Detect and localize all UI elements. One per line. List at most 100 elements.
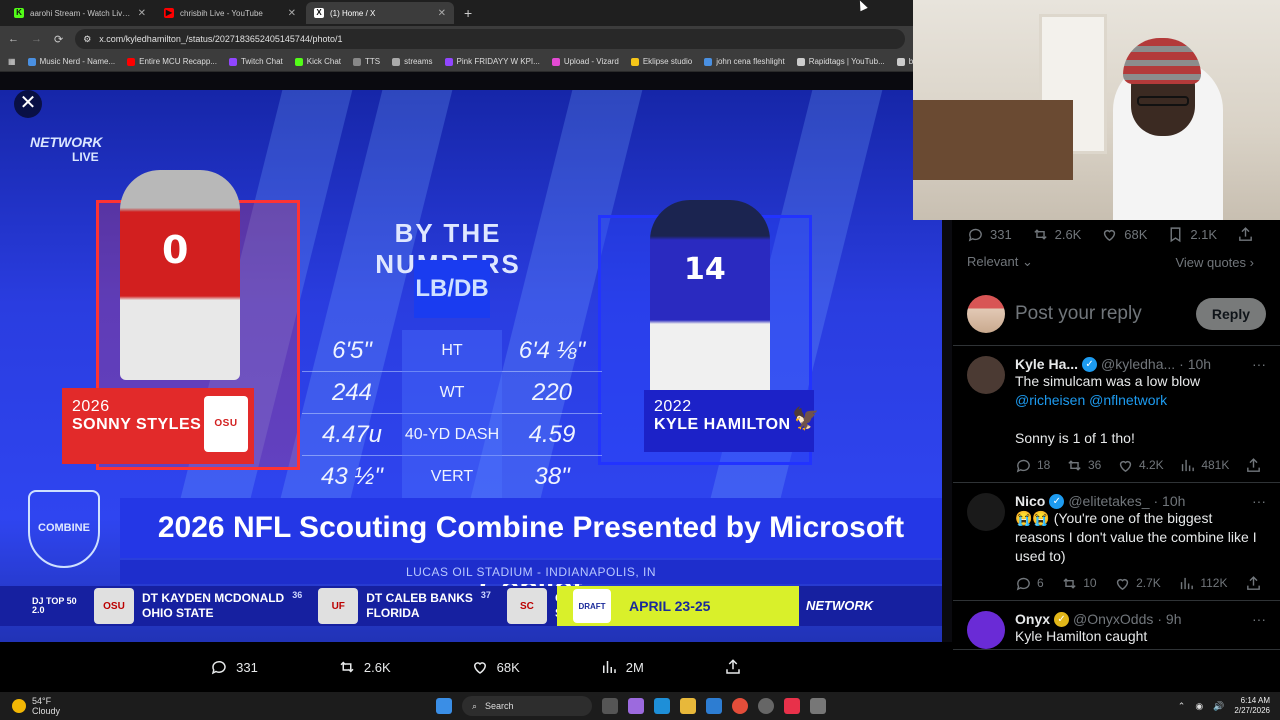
tab-close-icon[interactable]: ✕: [138, 8, 146, 19]
back-icon[interactable]: ←: [8, 33, 19, 45]
view-quotes-link[interactable]: View quotes ›: [1175, 255, 1254, 270]
author-name[interactable]: Onyx: [1015, 611, 1050, 627]
weather-widget[interactable]: 54°F Cloudy: [0, 696, 300, 716]
forward-icon[interactable]: →: [31, 33, 42, 45]
tab-close-icon[interactable]: ✕: [438, 8, 446, 19]
browser-tab[interactable]: Kaarohi Stream - Watch Live on ✕: [6, 2, 154, 24]
bookmark-item[interactable]: Pink FRIDAYY W KPI...: [444, 57, 540, 66]
store-icon[interactable]: [706, 698, 722, 714]
stat-label: WT: [402, 371, 502, 414]
browser-tab[interactable]: ▶ chrisbih Live - YouTube ✕: [156, 2, 304, 24]
mention-links[interactable]: @richeisen @nflnetwork: [1015, 392, 1167, 408]
weather-temp: 54°F: [32, 696, 52, 706]
author-name[interactable]: Kyle Ha...: [1015, 356, 1078, 372]
taskbar-apps: ⌕ Search: [436, 692, 826, 720]
left-player-nameplate: 2026 SONNY STYLES OSU: [62, 388, 254, 464]
author-handle[interactable]: @kyledha...: [1101, 356, 1175, 372]
volume-icon[interactable]: 🔊: [1213, 701, 1224, 712]
share-stat[interactable]: [1237, 226, 1254, 243]
reply[interactable]: 6: [1015, 575, 1044, 592]
task-view-icon[interactable]: [602, 698, 618, 714]
repost-count: 10: [1083, 576, 1097, 590]
like-stat[interactable]: 68K: [1101, 226, 1147, 243]
file-explorer-icon[interactable]: [680, 698, 696, 714]
author-handle[interactable]: @OnyxOdds: [1073, 611, 1153, 627]
bookmark-item[interactable]: bih links: [896, 57, 913, 66]
apps-icon[interactable]: ▦: [8, 57, 16, 66]
more-options-icon[interactable]: ···: [1252, 356, 1266, 372]
chevron-up-icon[interactable]: ⌃: [1178, 701, 1186, 712]
like[interactable]: 2.7K: [1114, 575, 1161, 592]
avatar[interactable]: [967, 356, 1005, 394]
tweet-actions: 18 36 4.2K 481K: [1015, 448, 1266, 482]
reply-tweet[interactable]: Kyle Ha... ✓ @kyledha... · 10h ··· The simulc…: [953, 346, 1280, 483]
like[interactable]: 4.2K: [1117, 457, 1164, 474]
network-icon[interactable]: ◉: [1195, 701, 1203, 712]
replies-column: 331 2.6K 68K 2.1K Relevant ⌄ View quotes…: [953, 220, 1280, 690]
bookmark-item[interactable]: streams: [392, 57, 433, 66]
repost-count: 2.6K: [1054, 226, 1082, 242]
bookmark-item[interactable]: Kick Chat: [294, 57, 341, 66]
avatar[interactable]: [967, 493, 1005, 531]
chrome-icon[interactable]: [732, 698, 748, 714]
reply-stat[interactable]: 331: [967, 226, 1012, 243]
bookmark-item[interactable]: Upload - Vizard: [551, 57, 619, 66]
share[interactable]: [1245, 575, 1262, 592]
like-action[interactable]: 68K: [471, 658, 520, 676]
site-info-icon[interactable]: ⚙: [83, 34, 91, 45]
reply-tweet[interactable]: Nico ✓ @elitetakes_ · 10h ··· 😭😭 (You're one …: [953, 483, 1280, 601]
repost[interactable]: 10: [1061, 575, 1097, 592]
system-tray: ⌃ ◉ 🔊 6:14 AM 2/27/2026: [1178, 692, 1270, 720]
bookmark-item[interactable]: Eklipse studio: [630, 57, 692, 66]
clock[interactable]: 6:14 AM 2/27/2026: [1234, 696, 1270, 716]
relevant-dropdown[interactable]: Relevant ⌄: [967, 254, 1033, 270]
reply-input[interactable]: Post your reply: [1015, 303, 1186, 325]
share[interactable]: [1245, 457, 1262, 474]
tab-close-icon[interactable]: ✕: [288, 8, 296, 19]
views[interactable]: 481K: [1179, 457, 1229, 474]
reply-button[interactable]: Reply: [1195, 297, 1266, 330]
author-name[interactable]: Nico: [1015, 493, 1045, 509]
edge-icon[interactable]: [654, 698, 670, 714]
avatar[interactable]: [967, 611, 1005, 649]
author-handle[interactable]: @elitetakes_: [1068, 493, 1149, 509]
bookmark-label: Pink FRIDAYY W KPI...: [456, 57, 540, 66]
bookmark-item[interactable]: john cena fleshlight: [704, 57, 785, 66]
close-viewer-button[interactable]: ✕: [14, 90, 42, 118]
reply-count: 331: [990, 226, 1012, 242]
repost-action[interactable]: 2.6K: [338, 658, 391, 676]
reply[interactable]: 18: [1015, 457, 1050, 474]
repost[interactable]: 36: [1066, 457, 1101, 474]
more-options-icon[interactable]: ···: [1252, 493, 1266, 509]
draft-banner: DRAFT APRIL 23-25: [557, 586, 799, 626]
bookmark-item[interactable]: Twitch Chat: [228, 57, 283, 66]
bookmark-item[interactable]: Music Nerd - Name...: [27, 57, 115, 66]
url-field[interactable]: ⚙ x.com/kyledhamilton_/status/2027183652…: [75, 29, 905, 49]
search-icon: ⌕: [472, 700, 478, 711]
ohio-state-logo: OSU: [204, 396, 248, 452]
bookmark-favicon-icon: [796, 57, 805, 66]
taskbar-search[interactable]: ⌕ Search: [462, 696, 592, 716]
tab-label: chrisbih Live - YouTube: [180, 8, 263, 18]
bookmark-item[interactable]: TTS: [352, 57, 380, 66]
right-player-nameplate: 2022 KYLE HAMILTON 🦅: [644, 390, 820, 452]
obs-icon[interactable]: [758, 698, 774, 714]
reload-icon[interactable]: ⟳: [54, 33, 63, 46]
views[interactable]: 112K: [1178, 575, 1227, 592]
share-action[interactable]: [724, 658, 742, 676]
bookmark-item[interactable]: Rapidtags | YouTub...: [796, 57, 885, 66]
views-action[interactable]: 2M: [600, 658, 644, 676]
reply-action[interactable]: 331: [210, 658, 258, 676]
new-tab-button[interactable]: +: [456, 5, 480, 21]
notepad-icon[interactable]: [810, 698, 826, 714]
bookmark-item[interactable]: Entire MCU Recapp...: [127, 57, 217, 66]
music-icon[interactable]: [784, 698, 800, 714]
start-icon[interactable]: [436, 698, 452, 714]
more-options-icon[interactable]: ···: [1252, 611, 1266, 627]
copilot-icon[interactable]: [628, 698, 644, 714]
reply-tweet[interactable]: Onyx ✓ @OnyxOdds · 9h ··· Kyle Hamilton caugh…: [953, 601, 1280, 650]
bookmark-stat[interactable]: 2.1K: [1167, 226, 1217, 243]
browser-tab[interactable]: X (1) Home / X ✕: [306, 2, 454, 24]
reply-icon: [1016, 459, 1030, 472]
repost-stat[interactable]: 2.6K: [1032, 226, 1082, 243]
